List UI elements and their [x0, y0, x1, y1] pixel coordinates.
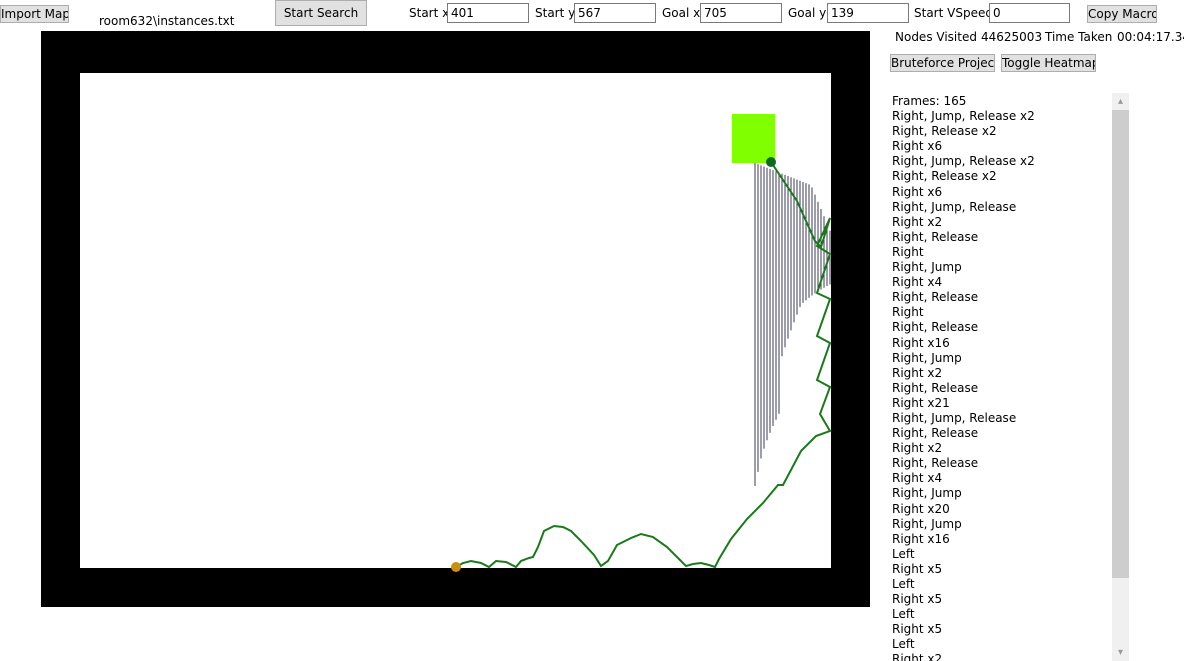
macro-move-item: Right, Jump, Release	[892, 199, 1017, 214]
macro-move-item: Right, Jump	[892, 350, 962, 365]
macro-moves-panel[interactable]: Frames: 165 Right, Jump, Release x2 Right…	[888, 93, 1129, 661]
macro-move-item: Right x2	[892, 441, 943, 456]
macro-move-item: Right, Release x2	[892, 124, 997, 139]
goal-y-input[interactable]	[827, 3, 909, 23]
macro-move-item: Right, Release	[892, 456, 979, 471]
scroll-up-arrow-icon[interactable]: ▴	[1112, 93, 1129, 110]
macro-move-item: Right, Jump	[892, 260, 962, 275]
macro-move-item: Right, Jump, Release x2	[892, 109, 1035, 124]
macro-move-item: Right, Jump	[892, 486, 962, 501]
macro-move-item: Left	[892, 546, 915, 561]
macro-move-item: Right x2	[892, 214, 943, 229]
macro-move-item: Right x2	[892, 652, 943, 661]
import-map-button[interactable]: Import Map	[0, 5, 69, 23]
end-marker	[766, 157, 776, 167]
macro-move-item: Right, Release	[892, 290, 979, 305]
macro-move-item: Right x20	[892, 501, 950, 516]
scroll-down-arrow-icon[interactable]: ▾	[1112, 644, 1129, 661]
macro-move-item: Right, Jump, Release	[892, 410, 1017, 425]
moves-scrollbar[interactable]: ▴ ▾	[1112, 93, 1129, 661]
start-x-input[interactable]	[447, 3, 529, 23]
toggle-heatmap-button[interactable]: Toggle Heatmap	[1001, 54, 1096, 72]
start-marker	[451, 562, 461, 572]
macro-move-item: Right x21	[892, 395, 950, 410]
nodes-visited-label: Nodes Visited	[895, 30, 977, 44]
macro-move-item: Right x16	[892, 335, 950, 350]
macro-move-item: Left	[892, 637, 915, 652]
macro-move-item: Right, Release x2	[892, 169, 997, 184]
macro-move-item: Right x4	[892, 471, 943, 486]
macro-move-item: Right x2	[892, 365, 943, 380]
time-taken-label: Time Taken	[1045, 30, 1113, 44]
time-taken-value: 00:04:17.34	[1117, 30, 1184, 44]
start-search-button[interactable]: Start Search	[275, 0, 367, 26]
macro-move-item: Right x16	[892, 531, 950, 546]
macro-move-item: Right x6	[892, 139, 943, 154]
macro-move-item: Left	[892, 577, 915, 591]
start-vspeed-label: Start VSpeed	[914, 6, 993, 20]
macro-move-item: Right x5	[892, 592, 943, 607]
macro-move-item: Right, Release	[892, 426, 979, 441]
goal-x-input[interactable]	[700, 3, 782, 23]
nodes-visited-value: 44625003	[981, 30, 1043, 44]
macro-move-item: Right, Jump	[892, 516, 962, 531]
scrollbar-thumb[interactable]	[1112, 110, 1129, 578]
macro-move-item: Right x5	[892, 622, 943, 637]
goal-x-label: Goal x	[662, 6, 701, 20]
start-y-input[interactable]	[574, 3, 656, 23]
start-y-label: Start y	[535, 6, 576, 20]
frames-count: Frames: 165	[892, 94, 967, 108]
macro-move-item: Right x5	[892, 561, 943, 576]
copy-macro-button[interactable]: Copy Macro	[1087, 5, 1157, 23]
map-canvas[interactable]	[41, 31, 870, 607]
file-path-label: room632\instances.txt	[99, 14, 235, 28]
macro-move-item: Left	[892, 607, 915, 622]
macro-move-item: Right	[892, 305, 924, 320]
macro-move-item: Right, Release	[892, 229, 979, 244]
macro-move-item: Right, Jump, Release x2	[892, 154, 1035, 169]
macro-move-item: Right x6	[892, 184, 943, 199]
bruteforce-project-button[interactable]: Bruteforce Project	[890, 54, 995, 72]
goal-block	[732, 114, 775, 163]
map-view[interactable]	[41, 31, 870, 607]
macro-move-item: Right, Release	[892, 320, 979, 335]
macro-move-item: Right	[892, 244, 924, 259]
start-vspeed-input[interactable]	[989, 3, 1070, 23]
macro-move-item: Right x4	[892, 275, 943, 290]
macro-move-item: Right, Release	[892, 380, 979, 395]
start-x-label: Start x	[409, 6, 450, 20]
goal-y-label: Goal y	[788, 6, 827, 20]
macro-moves-list: Frames: 165 Right, Jump, Release x2 Right…	[892, 94, 1112, 661]
